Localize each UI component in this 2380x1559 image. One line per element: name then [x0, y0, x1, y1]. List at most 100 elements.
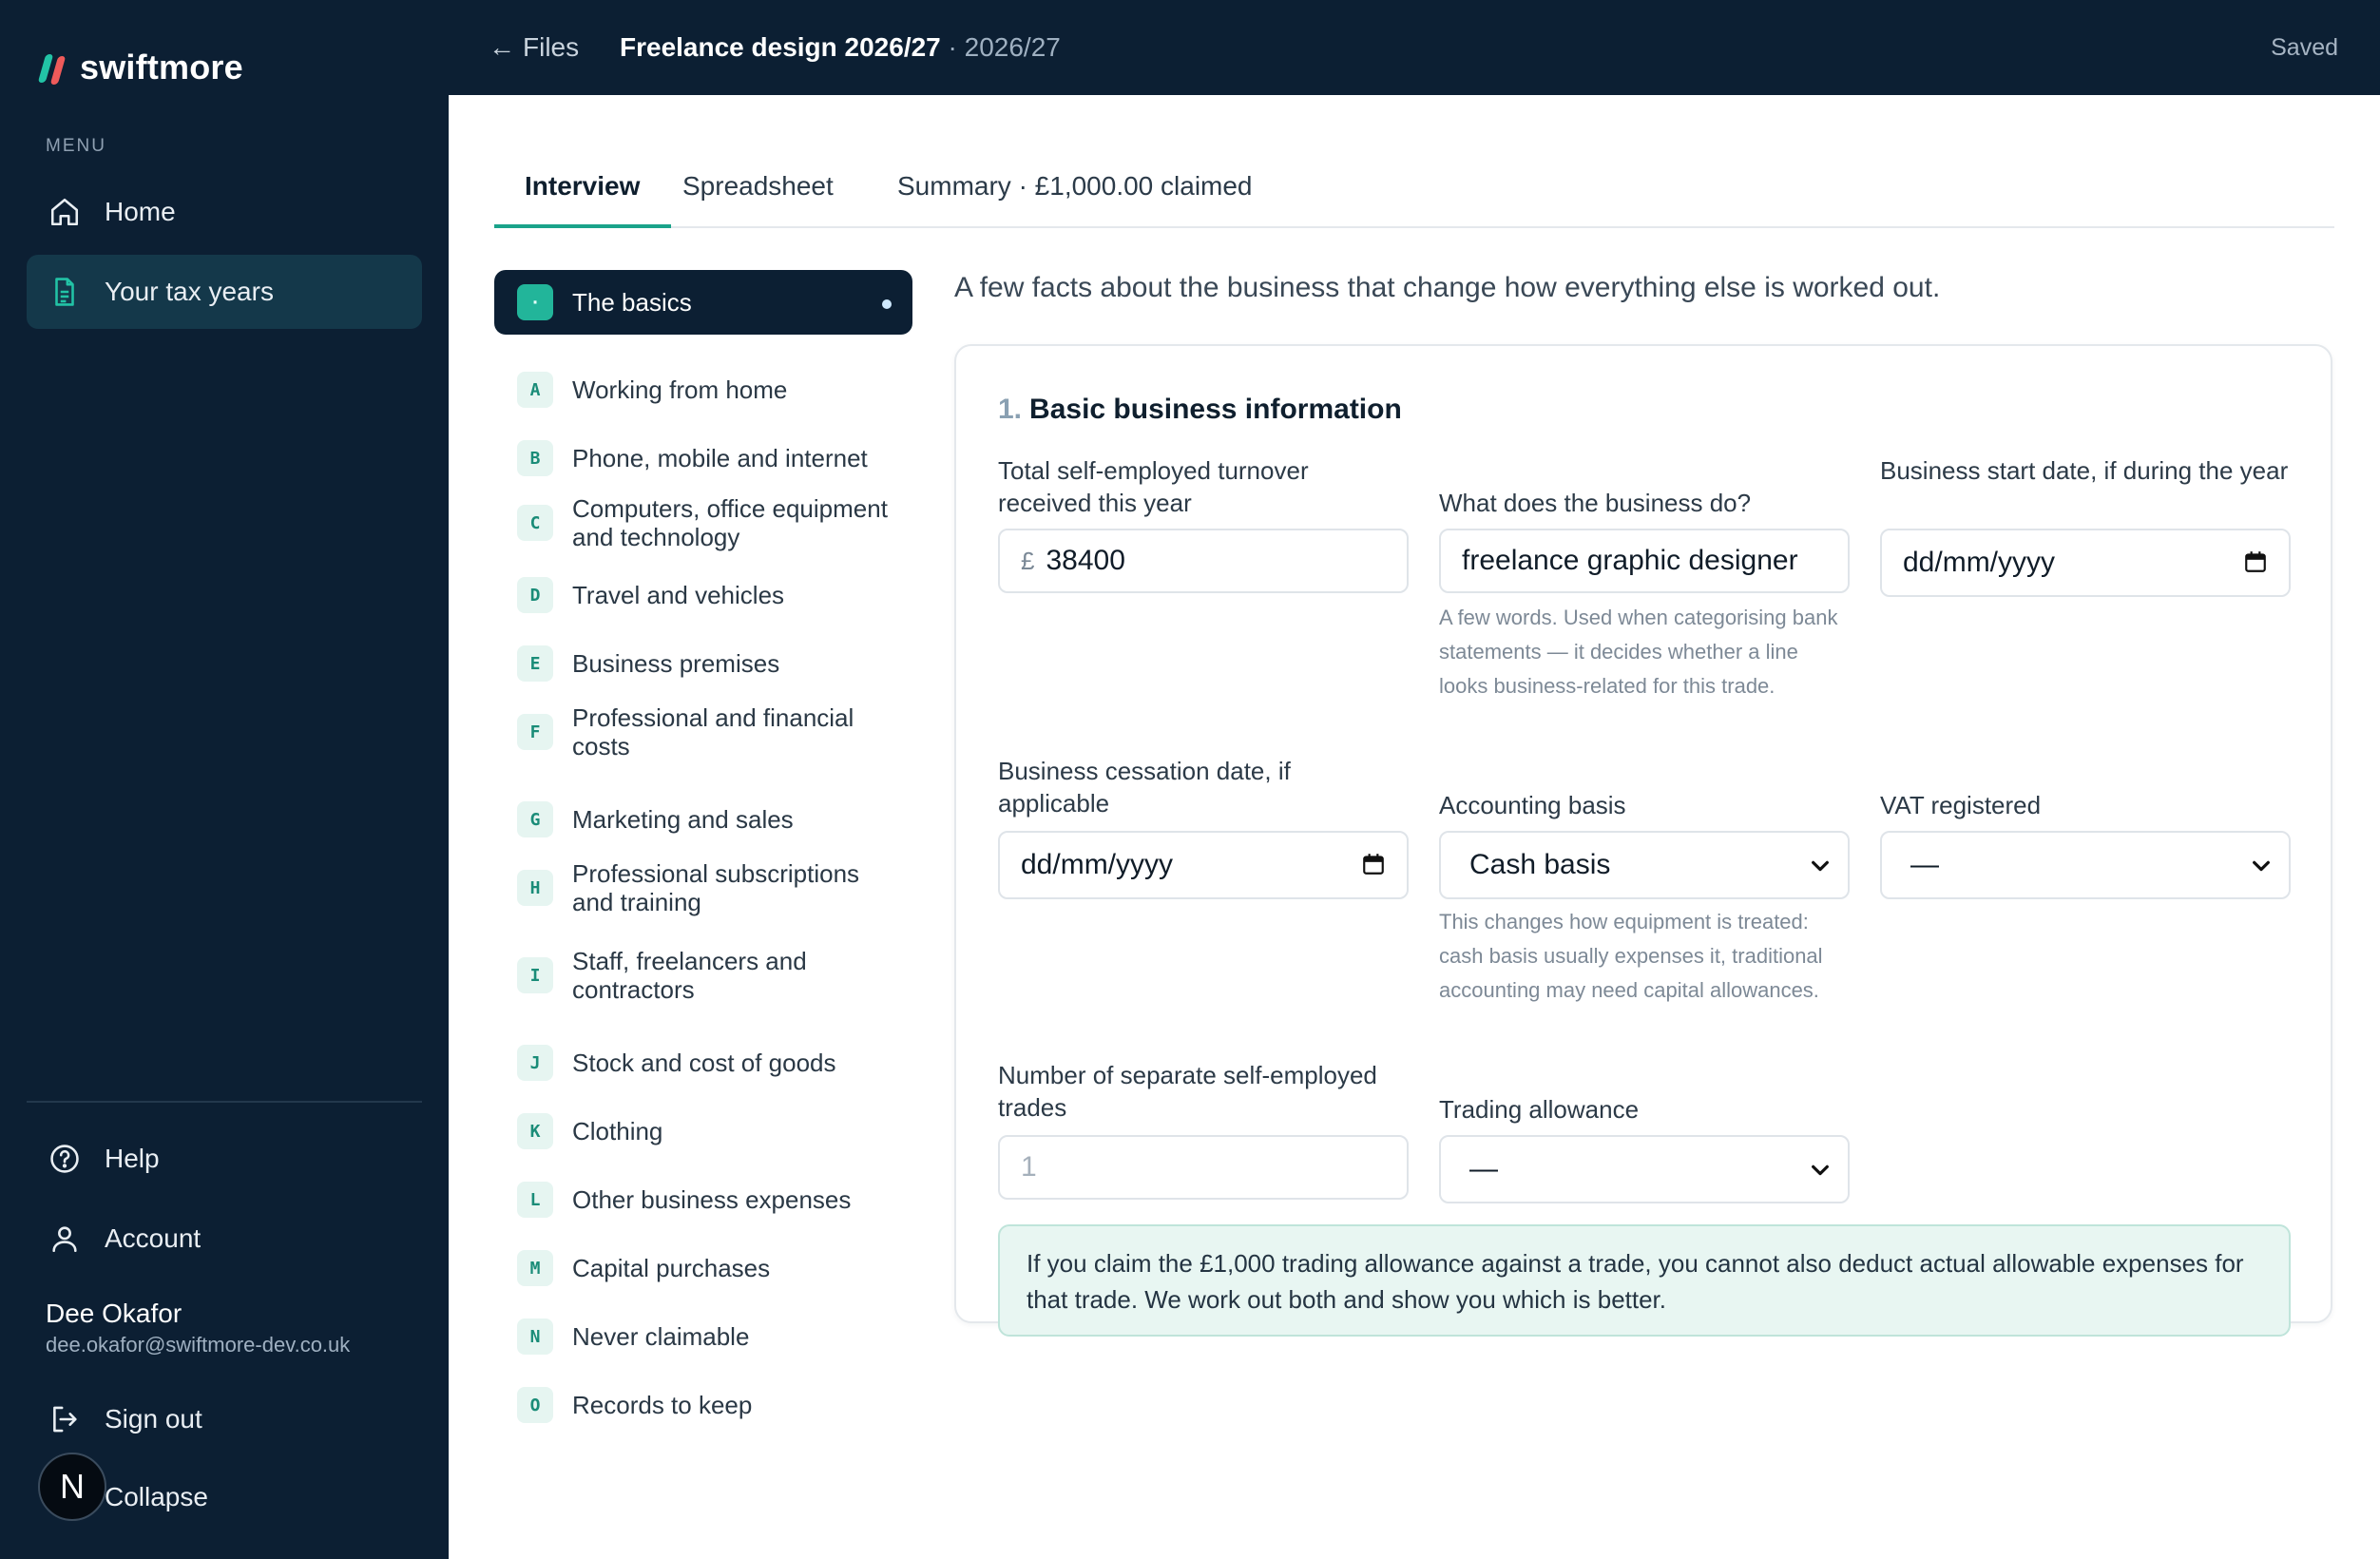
section-records-to-keep[interactable]: O Records to keep	[494, 1386, 912, 1424]
sign-out-icon	[48, 1402, 82, 1436]
trades-input[interactable]: 1	[998, 1135, 1409, 1200]
topbar: ← Files Freelance design 2026/27 · 2026/…	[449, 0, 2380, 95]
section-marketing-sales[interactable]: G Marketing and sales	[494, 800, 912, 838]
section-badge: O	[517, 1387, 553, 1423]
vat-select[interactable]: —	[1880, 831, 2291, 899]
nav-item-your-tax-years[interactable]: Your tax years	[27, 255, 422, 329]
section-label: Never claimable	[572, 1322, 750, 1351]
tab-summary[interactable]: Summary · £1,000.00 claimed	[897, 162, 1253, 228]
section-badge: C	[517, 505, 553, 541]
section-label: Stock and cost of goods	[572, 1049, 836, 1077]
calendar-icon[interactable]	[1361, 852, 1386, 876]
trades-placeholder: 1	[1021, 1151, 1037, 1183]
section-label: Capital purchases	[572, 1254, 771, 1282]
sidebar-divider	[27, 1101, 422, 1103]
section-badge: N	[517, 1318, 553, 1355]
section-clothing[interactable]: K Clothing	[494, 1112, 912, 1150]
start-date-input[interactable]: dd/mm/yyyy	[1880, 529, 2291, 597]
brand-mark-icon	[37, 50, 67, 85]
section-badge: B	[517, 440, 553, 476]
section-badge: H	[517, 870, 553, 906]
section-travel-vehicles[interactable]: D Travel and vehicles	[494, 576, 912, 614]
main-content: Interview Spreadsheet Summary · £1,000.0…	[449, 95, 2380, 1559]
trades-label: Number of separate self-employed trades	[998, 1061, 1377, 1122]
back-link-label: Files	[523, 32, 580, 62]
document-year: 2026/27	[964, 32, 1061, 62]
section-other-expenses[interactable]: L Other business expenses	[494, 1181, 912, 1219]
sign-out-label: Sign out	[105, 1404, 202, 1434]
section-business-premises[interactable]: E Business premises	[494, 645, 912, 683]
section-badge: I	[517, 957, 553, 993]
section-the-basics[interactable]: · The basics	[494, 270, 912, 335]
nav-item-account[interactable]: Account	[27, 1202, 422, 1276]
section-professional-financial[interactable]: F Professional and financial costs	[494, 694, 912, 770]
section-badge: J	[517, 1045, 553, 1081]
card-title: 1. Basic business information	[998, 394, 1402, 426]
section-working-from-home[interactable]: A Working from home	[494, 371, 912, 409]
section-subscriptions-training[interactable]: H Professional subscriptions and training	[494, 850, 912, 926]
chevron-down-icon	[1812, 1164, 1829, 1176]
trading-allowance-notice: If you claim the £1,000 trading allowanc…	[998, 1224, 2291, 1337]
help-icon	[48, 1142, 82, 1176]
section-badge: L	[517, 1182, 553, 1218]
back-to-files-link[interactable]: ← Files	[489, 32, 579, 63]
start-date-label: Business start date, if during the year	[1880, 456, 2289, 485]
calendar-icon[interactable]	[2243, 549, 2268, 574]
user-icon	[48, 1222, 82, 1256]
section-label: Working from home	[572, 375, 788, 404]
menu-label: MENU	[46, 136, 106, 156]
business-do-label: What does the business do?	[1439, 489, 1752, 517]
cessation-date-input[interactable]: dd/mm/yyyy	[998, 831, 1409, 899]
tab-interview[interactable]: Interview	[494, 162, 671, 228]
section-badge: ·	[517, 284, 553, 320]
section-label: Records to keep	[572, 1391, 753, 1419]
section-intro: A few facts about the business that chan…	[954, 272, 1941, 303]
business-do-help: A few words. Used when categorising bank…	[1439, 606, 1838, 698]
turnover-label: Total self-employed turnover received th…	[998, 456, 1309, 517]
document-title-text: Freelance design 2026/27	[620, 32, 941, 62]
section-capital-purchases[interactable]: M Capital purchases	[494, 1249, 912, 1287]
n-badge[interactable]: N	[38, 1453, 106, 1521]
section-staff-contractors[interactable]: I Staff, freelancers and contractors	[494, 937, 912, 1013]
sign-out-button[interactable]: Sign out	[27, 1382, 422, 1456]
nav-item-label: Your tax years	[105, 277, 274, 306]
arrow-left-icon: ←	[489, 32, 515, 62]
section-badge: A	[517, 372, 553, 408]
nav-item-home[interactable]: Home	[27, 175, 422, 249]
section-badge: M	[517, 1250, 553, 1286]
home-icon	[48, 195, 82, 229]
vat-value: —	[1910, 849, 1939, 880]
section-label: Professional and financial costs	[572, 703, 854, 760]
cessation-date-label: Business cessation date, if applicable	[998, 757, 1291, 818]
start-date-value: dd/mm/yyyy	[1903, 547, 2056, 578]
accounting-basis-select[interactable]: Cash basis	[1439, 831, 1850, 899]
document-icon	[48, 275, 82, 309]
section-never-claimable[interactable]: N Never claimable	[494, 1318, 912, 1356]
section-label: Marketing and sales	[572, 805, 794, 834]
active-dot-icon	[882, 299, 892, 309]
section-phone-mobile-internet[interactable]: B Phone, mobile and internet	[494, 439, 912, 477]
trading-allowance-select[interactable]: —	[1439, 1135, 1850, 1203]
sidebar: swiftmore MENU Home Your tax years Help …	[0, 0, 449, 1559]
accounting-basis-help: This changes how equipment is treated: c…	[1439, 910, 1823, 1002]
chevron-down-icon	[2253, 860, 2270, 872]
user-name: Dee Okafor	[46, 1299, 182, 1328]
trading-allowance-label: Trading allowance	[1439, 1095, 1640, 1124]
nav-item-help[interactable]: Help	[27, 1122, 422, 1196]
section-label: Travel and vehicles	[572, 581, 785, 609]
section-stock-cost-of-goods[interactable]: J Stock and cost of goods	[494, 1044, 912, 1082]
basic-info-card: 1. Basic business information Total self-…	[954, 344, 2332, 1337]
tab-spreadsheet[interactable]: Spreadsheet	[682, 162, 834, 228]
collapse-label: Collapse	[105, 1482, 208, 1511]
business-do-input[interactable]: freelance graphic designer	[1439, 529, 1850, 593]
tab-bar: Interview Spreadsheet Summary · £1,000.0…	[494, 162, 2334, 228]
nav-item-label: Account	[105, 1223, 202, 1253]
turnover-input[interactable]: £ 38400	[998, 529, 1409, 593]
vat-label: VAT registered	[1880, 791, 2042, 819]
currency-prefix: £	[1021, 546, 1035, 575]
chevron-down-icon	[1812, 860, 1829, 872]
brand-logo[interactable]: swiftmore	[37, 48, 243, 87]
section-computers[interactable]: C Computers, office equipment and technol…	[494, 485, 912, 561]
section-badge: D	[517, 577, 553, 613]
nav-item-label: Home	[105, 197, 176, 226]
